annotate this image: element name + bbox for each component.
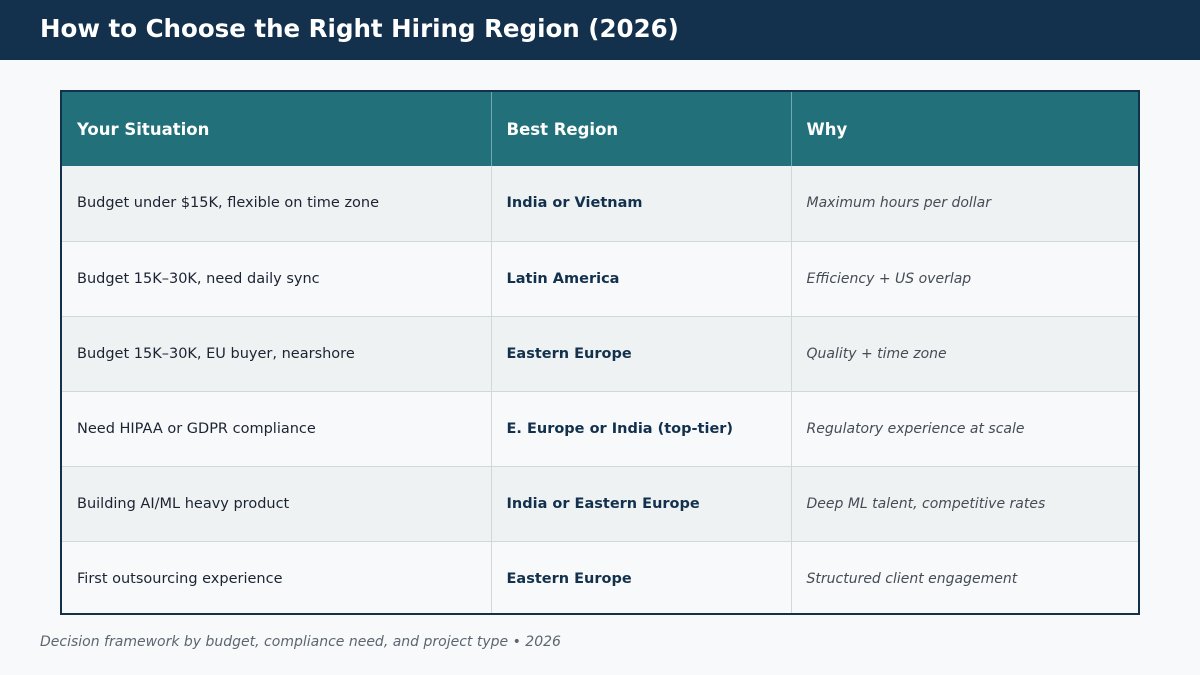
table-header: Your Situation Best Region Why [62, 92, 1138, 166]
situation-cell: First outsourcing experience [62, 541, 492, 613]
region-cell: India or Eastern Europe [491, 466, 792, 542]
region-cell: India or Vietnam [491, 166, 792, 242]
table-body: Budget under $15K, flexible on time zone… [62, 166, 1138, 613]
table-row: Building AI/ML heavy product India or Ea… [62, 466, 1138, 542]
table-row: Budget 15K–30K, need daily sync Latin Am… [62, 241, 1138, 317]
table-row: Budget under $15K, flexible on time zone… [62, 166, 1138, 242]
footnote: Decision framework by budget, compliance… [40, 634, 561, 650]
why-cell: Deep ML talent, competitive rates [791, 466, 1138, 542]
title-bar: How to Choose the Right Hiring Region (2… [0, 0, 1200, 60]
region-cell: E. Europe or India (top-tier) [491, 391, 792, 467]
situation-cell: Budget 15K–30K, EU buyer, nearshore [62, 316, 492, 392]
column-header-why: Why [806, 119, 848, 139]
why-cell: Maximum hours per dollar [791, 166, 1138, 242]
region-cell: Eastern Europe [491, 541, 792, 613]
region-cell: Latin America [491, 241, 792, 317]
situation-cell: Building AI/ML heavy product [62, 466, 492, 542]
table-row: First outsourcing experience Eastern Eur… [62, 541, 1138, 613]
why-cell: Regulatory experience at scale [791, 391, 1138, 467]
page-title: How to Choose the Right Hiring Region (2… [40, 14, 679, 43]
decision-table-grid: Your Situation Best Region Why Budget un… [62, 92, 1138, 613]
why-cell: Structured client engagement [806, 570, 1018, 587]
why-cell: Quality + time zone [791, 316, 1138, 392]
situation-cell: Need HIPAA or GDPR compliance [62, 391, 492, 467]
decision-table: Your Situation Best Region Why Budget un… [60, 90, 1140, 615]
why-cell: Efficiency + US overlap [791, 241, 1138, 317]
region-cell: Eastern Europe [491, 316, 792, 392]
table-row: Need HIPAA or GDPR compliance E. Europe … [62, 391, 1138, 467]
situation-cell: Budget under $15K, flexible on time zone [62, 166, 492, 242]
table-row: Budget 15K–30K, EU buyer, nearshore East… [62, 316, 1138, 392]
header-row: Your Situation Best Region Why [62, 92, 1138, 166]
column-header-situation: Your Situation [62, 92, 492, 166]
situation-cell: Budget 15K–30K, need daily sync [62, 241, 492, 317]
column-header-region: Best Region [491, 92, 792, 166]
